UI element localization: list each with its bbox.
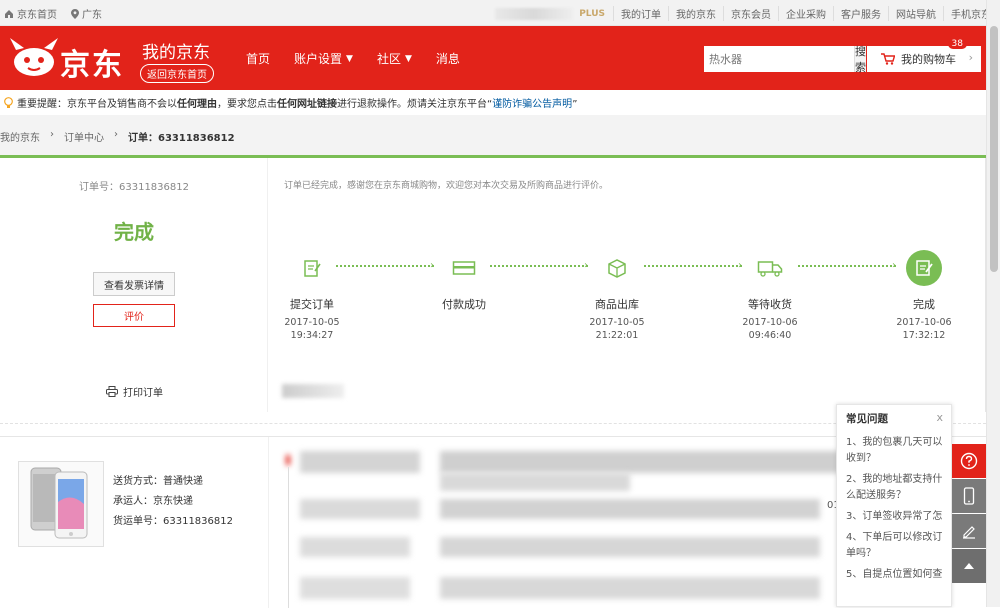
truck-icon	[757, 261, 783, 277]
nav-community[interactable]: 社区 ▼	[377, 50, 412, 67]
cart-label: 我的购物车	[901, 53, 956, 66]
location-selector[interactable]: 广东	[71, 6, 102, 21]
jd-dog-mascot-icon	[10, 38, 58, 76]
home-link[interactable]: 京东首页	[4, 6, 57, 21]
mobile-button[interactable]	[952, 479, 986, 513]
scrollbar-thumb[interactable]	[990, 26, 998, 272]
cart-button[interactable]: 我的购物车 38 ›	[867, 39, 981, 72]
top-link-orders[interactable]: 我的订单	[613, 6, 668, 21]
back-to-top-button[interactable]	[952, 549, 986, 583]
chevron-down-icon: ▼	[404, 53, 412, 64]
page-scrollbar[interactable]	[986, 0, 1000, 607]
faq-title: 常见问题	[846, 412, 888, 425]
mobile-phone-icon	[963, 487, 975, 505]
plus-badge[interactable]: PLUS	[579, 9, 605, 19]
order-status: 完成	[114, 220, 154, 244]
top-link-enterprise[interactable]: 企业采购	[778, 6, 833, 21]
payment-icon	[452, 261, 476, 275]
blurred-content	[282, 384, 344, 398]
order-number: 订单号：63311836812	[79, 182, 189, 193]
arrow-up-icon	[964, 563, 974, 569]
chevron-right-icon: ›	[114, 129, 118, 140]
faq-popup: 常见问题 x 1、我的包裹几天可以收到？ 2、我的地址都支持什么配送服务？ 3、…	[836, 404, 952, 607]
blurred-marker	[286, 455, 290, 465]
step-package-out: 商品出库 2017-10-05 21:22:01	[567, 250, 667, 342]
breadcrumb: 我的京东 › 订单中心 › 订单：63311836812	[0, 129, 235, 144]
faq-item[interactable]: 1、我的包裹几天可以收到？	[846, 435, 943, 467]
breadcrumb-order-center[interactable]: 订单中心	[64, 129, 104, 144]
package-out-icon	[608, 259, 626, 278]
chevron-right-icon: ›	[50, 129, 54, 140]
top-link-sitenav[interactable]: 网站导航	[888, 6, 943, 21]
security-notice: 重要提醒：京东平台及销售商不会以任何理由，要求您点击任何网址链接进行退款操作。烦…	[0, 90, 1000, 115]
search-input[interactable]	[704, 46, 854, 72]
feedback-button[interactable]	[952, 514, 986, 548]
blurred-content	[440, 537, 820, 557]
faq-item[interactable]: 2、我的地址都支持什么配送服务？	[846, 472, 943, 504]
shipping-carrier: 承运人：京东快递	[113, 496, 193, 507]
complete-icon	[916, 260, 933, 276]
faq-item[interactable]: 5、自提点位置如何查	[846, 567, 943, 583]
blurred-content	[300, 537, 410, 557]
nav-home[interactable]: 首页	[246, 50, 270, 67]
shipping-method: 送货方式：普通快递	[113, 476, 203, 487]
blurred-content	[300, 499, 420, 519]
order-summary: 订单号：63311836812 完成 查看发票详情 评价 打印订单	[0, 158, 268, 412]
shipping-info: 送货方式：普通快递 承运人：京东快递 货运单号：63311836812	[113, 472, 233, 532]
top-utility-bar: 京东首页 广东 PLUS 我的订单 我的京东 京东会员 企业采购 客户服务 网站…	[0, 0, 1000, 26]
timeline-line	[288, 467, 289, 608]
page-title: 我的京东	[142, 43, 210, 63]
tracking-number: 货运单号：63311836812	[113, 516, 233, 527]
back-home-button[interactable]: 返回京东首页	[140, 64, 214, 83]
blurred-content	[440, 499, 820, 519]
close-icon[interactable]: x	[936, 411, 943, 424]
top-link-myjd[interactable]: 我的京东	[668, 6, 723, 21]
blurred-username	[495, 7, 574, 20]
help-button[interactable]	[952, 444, 986, 478]
search-button[interactable]: 搜索	[854, 45, 866, 74]
product-thumbnail[interactable]	[18, 461, 104, 547]
printer-icon	[106, 386, 118, 397]
step-complete: 完成 2017-10-06 17:32:12	[874, 250, 974, 342]
blurred-content	[440, 473, 630, 491]
vertical-divider	[268, 437, 269, 608]
order-complete-message: 订单已经完成，感谢您在京东商城购物，欢迎您对本次交易及所购商品进行评价。	[284, 181, 609, 191]
anti-fraud-link[interactable]: 谨防诈骗公告声明	[492, 99, 572, 110]
location-pin-icon	[71, 8, 79, 19]
lightbulb-icon	[4, 96, 13, 108]
breadcrumb-current-order: 订单：63311836812	[128, 133, 235, 144]
blurred-content	[440, 577, 820, 599]
main-header: 京东 我的京东 返回京东首页 首页 账户设置▼ 社区▼ 消息 搜索 我的购物车 …	[0, 26, 1000, 90]
print-order-link[interactable]: 打印订单	[106, 384, 163, 399]
breadcrumb-myjd[interactable]: 我的京东	[0, 129, 40, 144]
nav-account-settings[interactable]: 账户设置 ▼	[294, 50, 353, 67]
faq-item[interactable]: 4、下单后可以修改订单吗？	[846, 530, 943, 562]
logo-text[interactable]: 京东	[60, 40, 124, 84]
chevron-right-icon: ›	[968, 51, 973, 64]
blurred-content	[440, 451, 840, 473]
blurred-content	[300, 577, 410, 599]
smartphone-product-image	[30, 467, 88, 539]
top-link-member[interactable]: 京东会员	[723, 6, 778, 21]
submit-order-icon	[304, 260, 321, 277]
edit-icon	[963, 526, 975, 539]
breadcrumb-bar: 我的京东 › 订单中心 › 订单：63311836812	[0, 115, 1000, 155]
step-awaiting-delivery: 等待收货 2017-10-06 09:46:40	[720, 250, 820, 342]
nav-messages[interactable]: 消息	[436, 50, 460, 67]
view-invoice-button[interactable]: 查看发票详情	[93, 272, 175, 296]
header-nav: 首页 账户设置 ▼ 社区 ▼ 消息	[246, 50, 460, 67]
cart-icon	[881, 53, 895, 65]
review-button[interactable]: 评价	[93, 304, 175, 327]
order-status-panel: 订单号：63311836812 完成 查看发票详情 评价 打印订单 订单已经完成…	[0, 158, 986, 412]
step-payment: 付款成功	[414, 250, 514, 312]
search-box: 搜索	[704, 45, 866, 74]
faq-item[interactable]: 3、订单签收异常了怎	[846, 509, 943, 525]
home-icon	[5, 9, 13, 18]
top-link-service[interactable]: 客户服务	[833, 6, 888, 21]
chevron-down-icon: ▼	[346, 53, 353, 64]
blurred-content	[300, 451, 420, 473]
step-submit-order: 提交订单 2017-10-05 19:34:27	[262, 250, 362, 342]
cart-count-badge: 38	[947, 39, 967, 49]
question-icon	[960, 452, 978, 470]
